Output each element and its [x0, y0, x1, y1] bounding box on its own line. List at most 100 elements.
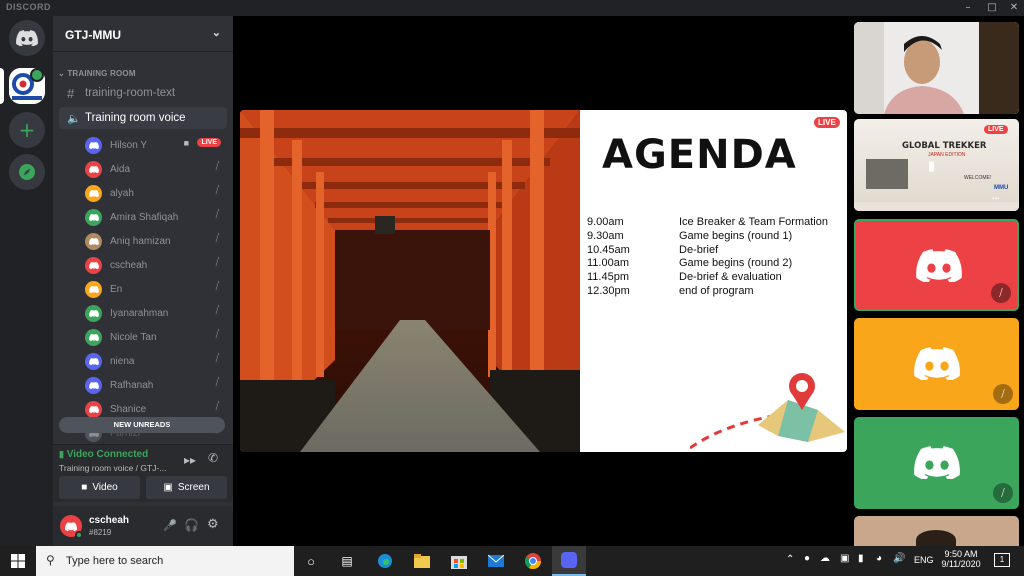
language-indicator[interactable]: ENG: [914, 555, 934, 565]
shared-screen-slide[interactable]: LIVE AGENDA 9.00am Ice Breaker & Team For…: [240, 110, 847, 452]
add-server-button[interactable]: +: [9, 112, 45, 148]
cortana-icon[interactable]: ○: [301, 551, 321, 571]
microphone-tray-icon[interactable]: ●: [804, 553, 810, 564]
cloud-icon[interactable]: ☁: [820, 553, 830, 564]
minimize-button[interactable]: –: [956, 0, 980, 16]
live-indicator-icon: [30, 68, 44, 82]
avatar: [85, 208, 102, 226]
muted-mic-icon: ⧸: [215, 305, 219, 316]
wifi-icon[interactable]: ◕: [876, 553, 882, 564]
muted-mic-icon: ⧸: [215, 185, 219, 196]
muted-mic-icon: ⧸: [215, 233, 219, 244]
voice-member[interactable]: niena ⧸: [85, 351, 225, 371]
network-icon[interactable]: ▣: [840, 553, 849, 564]
member-name: cscheah: [110, 259, 148, 271]
participant-avatar-tile[interactable]: ⧸: [854, 219, 1019, 311]
live-badge: LIVE: [984, 125, 1008, 134]
headphones-icon[interactable]: 🎧: [184, 518, 199, 532]
voice-member[interactable]: Rafhanah ⧸: [85, 375, 225, 395]
online-status-icon: [75, 531, 83, 539]
voice-member[interactable]: alyah ⧸: [85, 183, 225, 203]
clock-time: 9:50 AM: [944, 549, 978, 559]
participant-avatar-tile[interactable]: ⧸: [854, 417, 1019, 509]
volume-icon[interactable]: 🔊: [893, 553, 905, 564]
agenda-text: Ice Breaker & Team Formation: [679, 216, 828, 228]
new-unreads-button[interactable]: NEW UNREADS: [59, 417, 225, 433]
disconnect-icon[interactable]: ✆: [208, 451, 218, 465]
agenda-time: 12.30pm: [587, 285, 630, 297]
maximize-button[interactable]: □: [980, 0, 1004, 16]
member-name: Shanice: [110, 403, 147, 415]
discord-logo-icon: [65, 521, 77, 531]
video-button[interactable]: ■ Video: [59, 476, 140, 499]
voice-member[interactable]: Aniq hamizan ⧸: [85, 231, 225, 251]
participant-video-tile[interactable]: [854, 22, 1019, 114]
chevron-up-icon[interactable]: ⌃: [786, 554, 794, 565]
avatar: [85, 184, 102, 202]
avatar: [85, 328, 102, 346]
noise-suppression-icon[interactable]: ▸▸: [184, 453, 196, 467]
channel-training-room-voice[interactable]: 🔈 Training room voice: [59, 107, 227, 129]
clock[interactable]: 9:50 AM 9/11/2020: [940, 549, 982, 569]
discord-logo-icon: [916, 249, 962, 282]
screen-share-button[interactable]: ▣ Screen: [146, 476, 227, 499]
microphone-icon[interactable]: 🎤: [163, 519, 177, 532]
file-explorer-icon[interactable]: [412, 551, 432, 571]
edge-icon[interactable]: [375, 551, 395, 571]
more-options-icon[interactable]: ...: [992, 191, 1000, 201]
channel-label: training-room-text: [85, 87, 176, 99]
notifications-icon[interactable]: 1: [994, 553, 1010, 567]
agenda-text: De-brief: [679, 243, 719, 256]
username: cscheah: [89, 515, 130, 526]
member-name: Amira Shafiqah: [110, 211, 179, 223]
clock-date: 9/11/2020: [941, 559, 981, 569]
video-label: Video: [92, 482, 118, 493]
gear-icon[interactable]: ⚙: [207, 517, 219, 532]
torii-tunnel-image: [240, 110, 580, 452]
close-button[interactable]: ✕: [1002, 0, 1024, 16]
taskbar-search-input[interactable]: ⚲ Type here to search: [36, 546, 294, 576]
windows-start-icon[interactable]: [8, 551, 28, 571]
voice-member[interactable]: Iyanarahman ⧸: [85, 303, 225, 323]
discord-taskbar-button[interactable]: [552, 546, 586, 576]
voice-member[interactable]: Aida ⧸: [85, 159, 225, 179]
voice-member[interactable]: cscheah ⧸: [85, 255, 225, 275]
voice-member[interactable]: Nicole Tan ⧸: [85, 327, 225, 347]
task-view-icon[interactable]: ▤: [337, 551, 357, 571]
discord-logo-icon: [914, 446, 960, 479]
explore-servers-button[interactable]: [9, 154, 45, 190]
user-tag: #8219: [89, 528, 112, 537]
compass-icon: [19, 164, 35, 180]
agenda-item: 11.00am Game begins (round 2): [587, 257, 792, 269]
agenda-time: 9.00am: [587, 216, 624, 228]
channel-training-room-text[interactable]: # training-room-text: [59, 82, 227, 104]
voice-member[interactable]: Shanice ⧸: [85, 399, 225, 419]
home-button[interactable]: [9, 20, 45, 56]
voice-status[interactable]: ▮ Video Connected: [59, 449, 148, 460]
category-training-room[interactable]: ⌄ TRAINING ROOM: [58, 69, 136, 78]
muted-mic-icon: ⧸: [993, 384, 1013, 404]
store-icon[interactable]: [449, 551, 469, 571]
participant-avatar-tile[interactable]: ⧸: [854, 318, 1019, 410]
avatar: [85, 304, 102, 322]
member-name: Iyanarahman: [110, 307, 169, 319]
mini-subtitle: JAPAN EDITION: [928, 152, 966, 158]
member-name: Aida: [110, 163, 131, 175]
agenda-item: 12.30pm end of program: [587, 285, 754, 297]
battery-icon[interactable]: ▮: [858, 553, 864, 564]
live-badge: LIVE: [814, 117, 840, 128]
channel-sidebar: GTJ-MMU ⌄ ⌄ TRAINING ROOM # training-roo…: [53, 16, 233, 546]
agenda-time: 11.45pm: [587, 271, 629, 284]
participant-stream-tile[interactable]: GLOBAL TREKKER JAPAN EDITION WELCOME! MM…: [854, 119, 1019, 211]
voice-member[interactable]: Hilson Y ■ LIVE: [85, 135, 225, 155]
mail-icon[interactable]: [486, 551, 506, 571]
chrome-icon[interactable]: [523, 551, 543, 571]
avatar: [85, 232, 102, 250]
server-header[interactable]: GTJ-MMU ⌄: [53, 16, 233, 52]
agenda-text: end of program: [679, 285, 754, 297]
voice-member[interactable]: En ⧸: [85, 279, 225, 299]
participant-video-tile[interactable]: [854, 516, 1019, 546]
voice-location: Training room voice / GTJ-...: [59, 463, 167, 473]
voice-member[interactable]: Amira Shafiqah ⧸: [85, 207, 225, 227]
screen-share-icon: ▣: [163, 482, 173, 493]
